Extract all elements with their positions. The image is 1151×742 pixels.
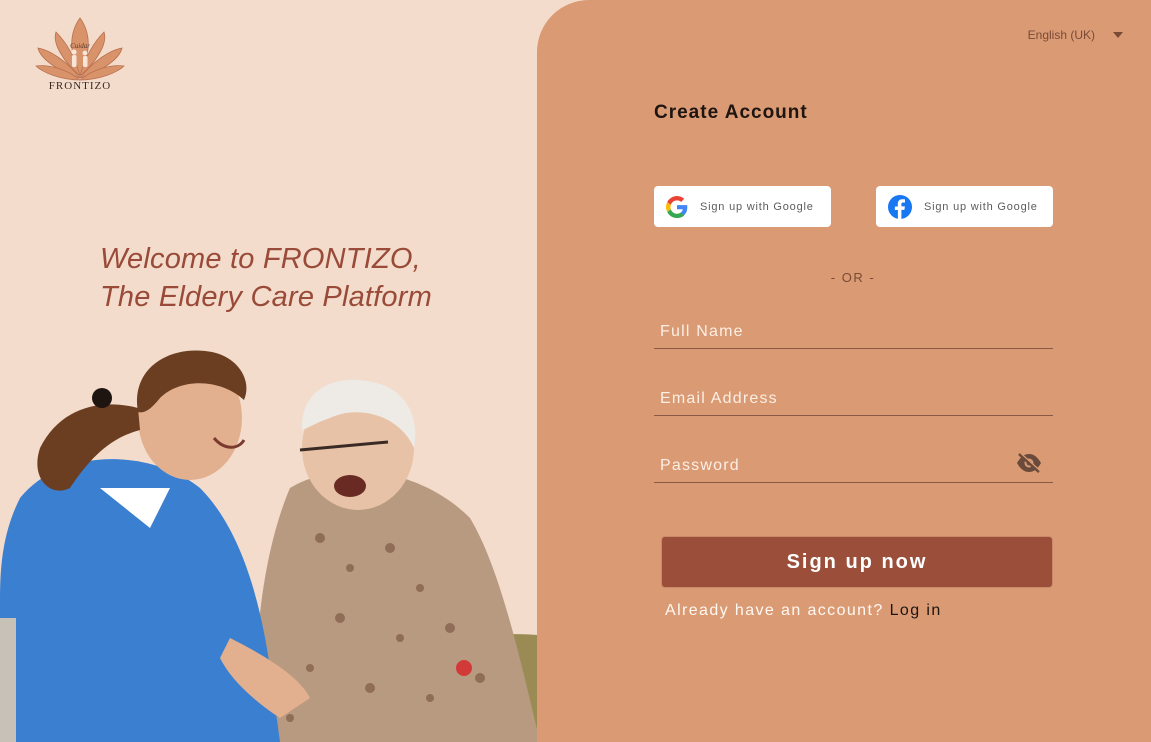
password-input[interactable]: [654, 449, 1053, 482]
welcome-line-1: Welcome to FRONTIZO,: [100, 243, 421, 275]
frontizo-logo[interactable]: Cuidar FRONTIZO: [20, 14, 140, 94]
language-label: English (UK): [1027, 28, 1095, 42]
caregiver-illustration-icon: [0, 350, 614, 742]
left-panel: Cuidar FRONTIZO Welcome to FRONTIZO, The…: [0, 0, 620, 742]
chevron-down-icon: [1113, 32, 1123, 38]
login-link[interactable]: Log in: [890, 602, 942, 619]
signup-button[interactable]: Sign up now: [661, 536, 1053, 588]
welcome-line-2: The Eldery Care Platform: [100, 281, 432, 313]
facebook-icon: [888, 194, 912, 219]
caregiver-photo: [0, 338, 614, 742]
email-input[interactable]: [654, 382, 1053, 415]
google-button-label: Sign up with Google: [700, 200, 814, 213]
login-prompt: Already have an account? Log in: [665, 602, 942, 620]
eye-off-icon[interactable]: [1015, 452, 1043, 474]
full-name-field: [654, 315, 1053, 349]
full-name-input[interactable]: [654, 315, 1053, 348]
logo-wordmark: FRONTIZO: [48, 80, 112, 92]
or-divider: - OR -: [830, 270, 876, 285]
language-selector[interactable]: English (UK): [1028, 28, 1123, 42]
page-title: Create Account: [654, 102, 808, 123]
password-field: [654, 449, 1053, 483]
email-field: [654, 382, 1053, 416]
google-signup-button[interactable]: Sign up with Google: [654, 186, 831, 227]
logo-script-text: Cuidar: [70, 42, 90, 50]
google-icon: [666, 195, 688, 218]
signup-panel: English (UK) Create Account Sign up with…: [537, 0, 1151, 742]
welcome-heading: Welcome to FRONTIZO, The Eldery Care Pla…: [100, 240, 520, 316]
facebook-signup-button[interactable]: Sign up with Google: [876, 186, 1053, 227]
already-text: Already have an account?: [665, 602, 884, 619]
facebook-button-label: Sign up with Google: [924, 200, 1038, 213]
